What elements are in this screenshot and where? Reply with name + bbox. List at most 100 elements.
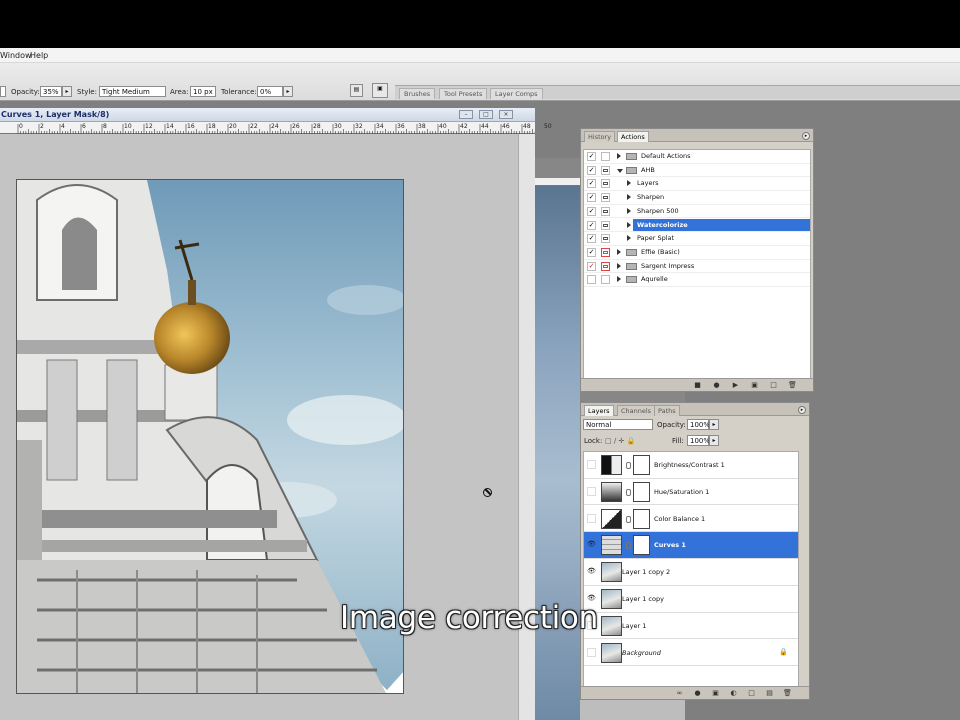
expand-triangle-icon[interactable] bbox=[617, 262, 621, 269]
visibility-eye-icon[interactable] bbox=[587, 486, 596, 496]
stop-icon[interactable]: ■ bbox=[693, 381, 702, 389]
well-tab-brushes[interactable]: Brushes bbox=[399, 88, 436, 99]
layer-row[interactable]: Hue/Saturation 1 bbox=[584, 478, 798, 506]
expand-triangle-icon[interactable] bbox=[627, 235, 631, 242]
toggle-item-checkbox[interactable]: ✓ bbox=[587, 206, 596, 216]
layer-style-icon[interactable]: ● bbox=[693, 689, 702, 697]
expand-triangle-icon[interactable] bbox=[627, 180, 631, 187]
layer-mask-thumbnail[interactable] bbox=[633, 535, 650, 556]
layer-opacity-arrow-icon[interactable]: ▸ bbox=[709, 419, 719, 430]
opacity-arrow-icon[interactable]: ▸ bbox=[62, 86, 72, 97]
toggle-item-checkbox[interactable] bbox=[587, 275, 596, 285]
toggle-item-checkbox[interactable]: ✓ bbox=[587, 165, 596, 175]
expand-triangle-icon[interactable] bbox=[617, 276, 621, 283]
doc-icon[interactable]: ▤ bbox=[350, 84, 363, 97]
blend-mode-select[interactable]: Normal bbox=[583, 419, 653, 430]
area-field[interactable]: 10 px bbox=[190, 86, 216, 97]
toggle-dialog-icon[interactable] bbox=[601, 220, 610, 230]
play-icon[interactable]: ▶ bbox=[731, 381, 740, 389]
layers-panel-menu-icon[interactable]: ▸ bbox=[798, 406, 806, 414]
well-tab-layer-comps[interactable]: Layer Comps bbox=[490, 88, 543, 99]
action-row[interactable]: ✓ Default Actions bbox=[584, 150, 810, 164]
new-layer-icon[interactable]: ▤ bbox=[765, 689, 774, 697]
fill-arrow-icon[interactable]: ▸ bbox=[709, 435, 719, 446]
tool-preset-picker[interactable] bbox=[0, 86, 6, 97]
layer-mask-thumbnail[interactable] bbox=[633, 455, 650, 475]
tolerance-arrow-icon[interactable]: ▸ bbox=[283, 86, 293, 97]
toggle-dialog-icon[interactable] bbox=[601, 261, 610, 271]
expand-triangle-icon[interactable] bbox=[627, 221, 631, 228]
toggle-item-checkbox[interactable]: ✓ bbox=[587, 179, 596, 189]
tab-layers[interactable]: Layers bbox=[584, 405, 614, 416]
lock-icons[interactable]: □ ∕ ✛ 🔒 bbox=[605, 437, 635, 445]
toggle-dialog-icon[interactable] bbox=[601, 247, 610, 257]
expand-triangle-icon[interactable] bbox=[617, 168, 623, 173]
toggle-dialog-icon[interactable] bbox=[601, 193, 610, 203]
link-layers-icon[interactable]: ∞ bbox=[675, 689, 684, 697]
close-icon[interactable]: × bbox=[499, 110, 513, 119]
menu-help[interactable]: Help bbox=[30, 51, 48, 60]
action-row[interactable]: ✓ Effie (Basic) bbox=[584, 246, 810, 260]
visibility-eye-icon[interactable] bbox=[587, 460, 596, 469]
toggle-item-checkbox[interactable]: ✓ bbox=[587, 193, 596, 203]
chain-link-icon[interactable] bbox=[626, 515, 631, 523]
maximize-icon[interactable]: □ bbox=[479, 110, 493, 119]
toggle-item-checkbox[interactable]: ✓ bbox=[587, 152, 596, 161]
tab-paths[interactable]: Paths bbox=[654, 405, 680, 416]
palette-well-icon[interactable]: ▣ bbox=[372, 83, 388, 98]
chain-link-icon[interactable] bbox=[626, 488, 631, 496]
well-tab-tool-presets[interactable]: Tool Presets bbox=[439, 88, 488, 99]
delete-layer-icon[interactable]: 🗑 bbox=[783, 689, 792, 697]
document-titlebar[interactable]: Curves 1, Layer Mask/8) – □ × bbox=[0, 108, 535, 122]
tolerance-field[interactable]: 0% bbox=[257, 86, 283, 97]
action-row[interactable]: Aqurelle bbox=[584, 273, 810, 287]
action-row[interactable]: ✓ Sharpen bbox=[584, 191, 810, 205]
adjustment-layer-icon[interactable]: ◐ bbox=[729, 689, 738, 697]
visibility-eye-icon[interactable] bbox=[587, 647, 596, 657]
toggle-item-checkbox[interactable]: ✓ bbox=[587, 220, 596, 230]
toggle-item-checkbox[interactable]: ✓ bbox=[587, 234, 596, 244]
opacity-field[interactable]: 35% bbox=[40, 86, 62, 97]
action-row[interactable]: ✓ Layers bbox=[584, 177, 810, 192]
toggle-dialog-icon[interactable] bbox=[601, 179, 610, 189]
add-mask-icon[interactable]: ▣ bbox=[711, 689, 720, 697]
expand-triangle-icon[interactable] bbox=[627, 194, 631, 201]
tab-history[interactable]: History bbox=[584, 131, 616, 142]
delete-icon[interactable]: 🗑 bbox=[788, 381, 797, 389]
layer-row[interactable]: 👁 Layer 1 copy 2 bbox=[584, 559, 798, 586]
layer-mask-thumbnail[interactable] bbox=[633, 508, 650, 529]
chain-link-icon[interactable] bbox=[626, 462, 631, 469]
toggle-item-checkbox[interactable]: ✓ bbox=[587, 247, 596, 257]
panel-menu-icon[interactable]: ▸ bbox=[802, 132, 810, 140]
toggle-item-checkbox[interactable]: ✓ bbox=[587, 261, 596, 271]
action-row[interactable]: ✓ Paper Splat bbox=[584, 232, 810, 246]
visibility-eye-icon[interactable] bbox=[587, 513, 596, 523]
toggle-dialog-icon[interactable] bbox=[601, 165, 610, 175]
tab-actions[interactable]: Actions bbox=[617, 131, 649, 142]
visibility-eye-icon[interactable]: 👁 bbox=[587, 567, 596, 576]
layer-mask-thumbnail[interactable] bbox=[633, 481, 650, 502]
visibility-eye-icon[interactable]: 👁 bbox=[587, 540, 596, 549]
new-group-icon[interactable]: □ bbox=[747, 689, 756, 697]
action-row[interactable]: ✓ Sargent Impress bbox=[584, 260, 810, 274]
action-row[interactable]: ✓ Sharpen 500 bbox=[584, 205, 810, 219]
layer-opacity-field[interactable]: 100% bbox=[687, 419, 710, 430]
toggle-dialog-icon[interactable] bbox=[601, 152, 610, 161]
style-select[interactable]: Tight Medium bbox=[99, 86, 166, 97]
action-row[interactable]: ✓ Watercolorize bbox=[584, 218, 810, 233]
toggle-dialog-icon[interactable] bbox=[601, 275, 610, 285]
expand-triangle-icon[interactable] bbox=[617, 248, 621, 255]
menu-window[interactable]: Window bbox=[0, 51, 32, 60]
expand-triangle-icon[interactable] bbox=[617, 153, 621, 159]
new-set-icon[interactable]: ▣ bbox=[750, 381, 759, 389]
layer-row[interactable]: Layer 1 bbox=[584, 612, 798, 640]
tab-channels[interactable]: Channels bbox=[617, 405, 656, 416]
toggle-dialog-icon[interactable] bbox=[601, 234, 610, 244]
layer-row[interactable]: Brightness/Contrast 1 bbox=[584, 452, 798, 479]
layer-row[interactable]: Color Balance 1 bbox=[584, 505, 798, 533]
record-icon[interactable]: ● bbox=[712, 381, 721, 389]
minimize-icon[interactable]: – bbox=[459, 110, 473, 119]
layer-row[interactable]: Background 🔒 bbox=[584, 639, 798, 667]
expand-triangle-icon[interactable] bbox=[627, 207, 631, 214]
chain-link-icon[interactable] bbox=[626, 542, 631, 550]
